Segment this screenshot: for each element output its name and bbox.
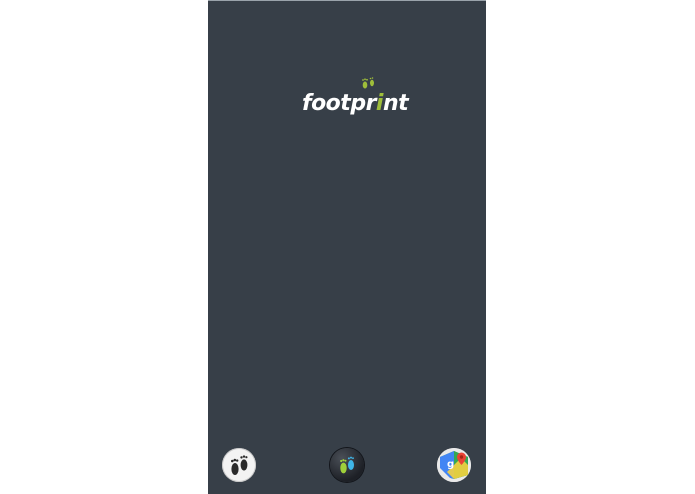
bottom-dock: g [208,448,486,484]
phone-screen: footprint g [208,0,486,494]
logo-wordmark: footprint [302,91,409,116]
footprint-tracker-app-button[interactable] [330,448,364,482]
footprints-app-button[interactable] [222,448,256,482]
google-maps-app-button[interactable]: g [437,448,471,482]
app-logo: footprint [302,77,409,116]
logo-footprint-icon [362,77,374,89]
google-maps-icon: g [437,448,471,482]
footprints-icon [231,455,248,475]
svg-text:g: g [447,459,454,470]
footprint-tracker-icon [340,456,354,474]
